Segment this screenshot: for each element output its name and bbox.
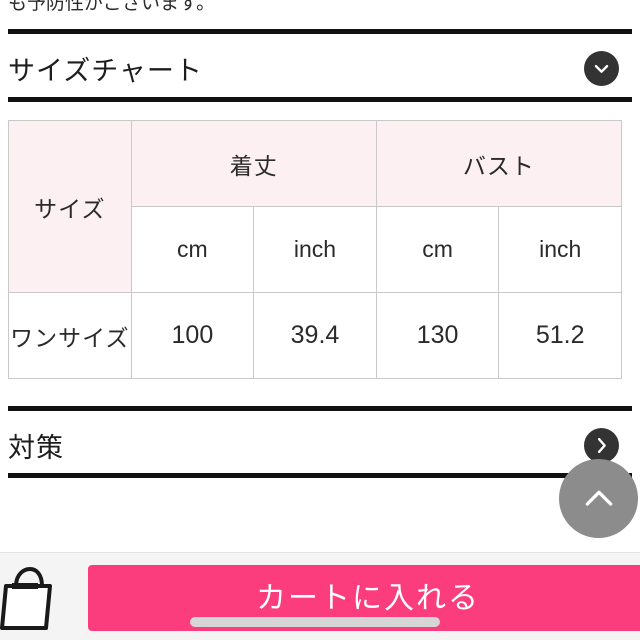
header-group-length: 着丈 bbox=[130, 120, 377, 207]
section-header-size-chart[interactable]: サイズチャート bbox=[8, 34, 632, 102]
header-unit-length-cm: cm bbox=[130, 206, 255, 293]
header-unit-bust-inch: inch bbox=[498, 206, 622, 293]
section-title-taisaku: 対策 bbox=[8, 432, 64, 463]
header-unit-bust-cm: cm bbox=[375, 206, 500, 293]
cell-bust-inch: 51.2 bbox=[498, 292, 622, 379]
truncated-previous-text: も予防性がございます。 bbox=[8, 0, 216, 14]
header-unit-length-inch: inch bbox=[253, 206, 377, 293]
size-chart-tbody: ワンサイズ 100 39.4 130 51.2 bbox=[8, 292, 622, 379]
header-group-bust: バスト bbox=[375, 120, 623, 207]
divider-under-taisaku-header bbox=[8, 473, 632, 478]
scroll-to-top-button[interactable] bbox=[559, 459, 638, 538]
table-header-row-groups: サイズ 着丈 バスト bbox=[8, 120, 623, 293]
bottom-action-bar: カートに入れる bbox=[0, 552, 640, 640]
cell-length-cm: 100 bbox=[130, 292, 255, 379]
cell-length-inch: 39.4 bbox=[253, 292, 377, 379]
divider-under-size-chart-header bbox=[8, 97, 632, 102]
section-header-taisaku[interactable]: 対策 bbox=[8, 411, 632, 479]
table-row: ワンサイズ 100 39.4 130 51.2 bbox=[8, 292, 622, 379]
cell-size-name: ワンサイズ bbox=[8, 292, 132, 379]
shopping-bag-icon[interactable] bbox=[0, 562, 60, 632]
home-indicator bbox=[190, 617, 440, 627]
section-title-size-chart: サイズチャート bbox=[8, 55, 203, 86]
size-chart-table: サイズ 着丈 バスト cm inch cm inch ワンサイズ 100 39.… bbox=[8, 120, 623, 379]
chevron-up-icon bbox=[585, 490, 612, 506]
size-chart-table-wrapper: サイズ 着丈 バスト cm inch cm inch ワンサイズ 100 39.… bbox=[8, 120, 623, 379]
size-chart-thead: サイズ 着丈 バスト cm inch cm inch bbox=[8, 120, 623, 293]
product-detail-page: も予防性がございます。 サイズチャート サイズ 着丈 バスト cm inch c… bbox=[0, 0, 640, 640]
header-size: サイズ bbox=[8, 120, 132, 293]
chevron-right-icon[interactable] bbox=[584, 427, 619, 463]
cell-bust-cm: 130 bbox=[375, 292, 500, 379]
chevron-down-icon[interactable] bbox=[584, 50, 619, 86]
